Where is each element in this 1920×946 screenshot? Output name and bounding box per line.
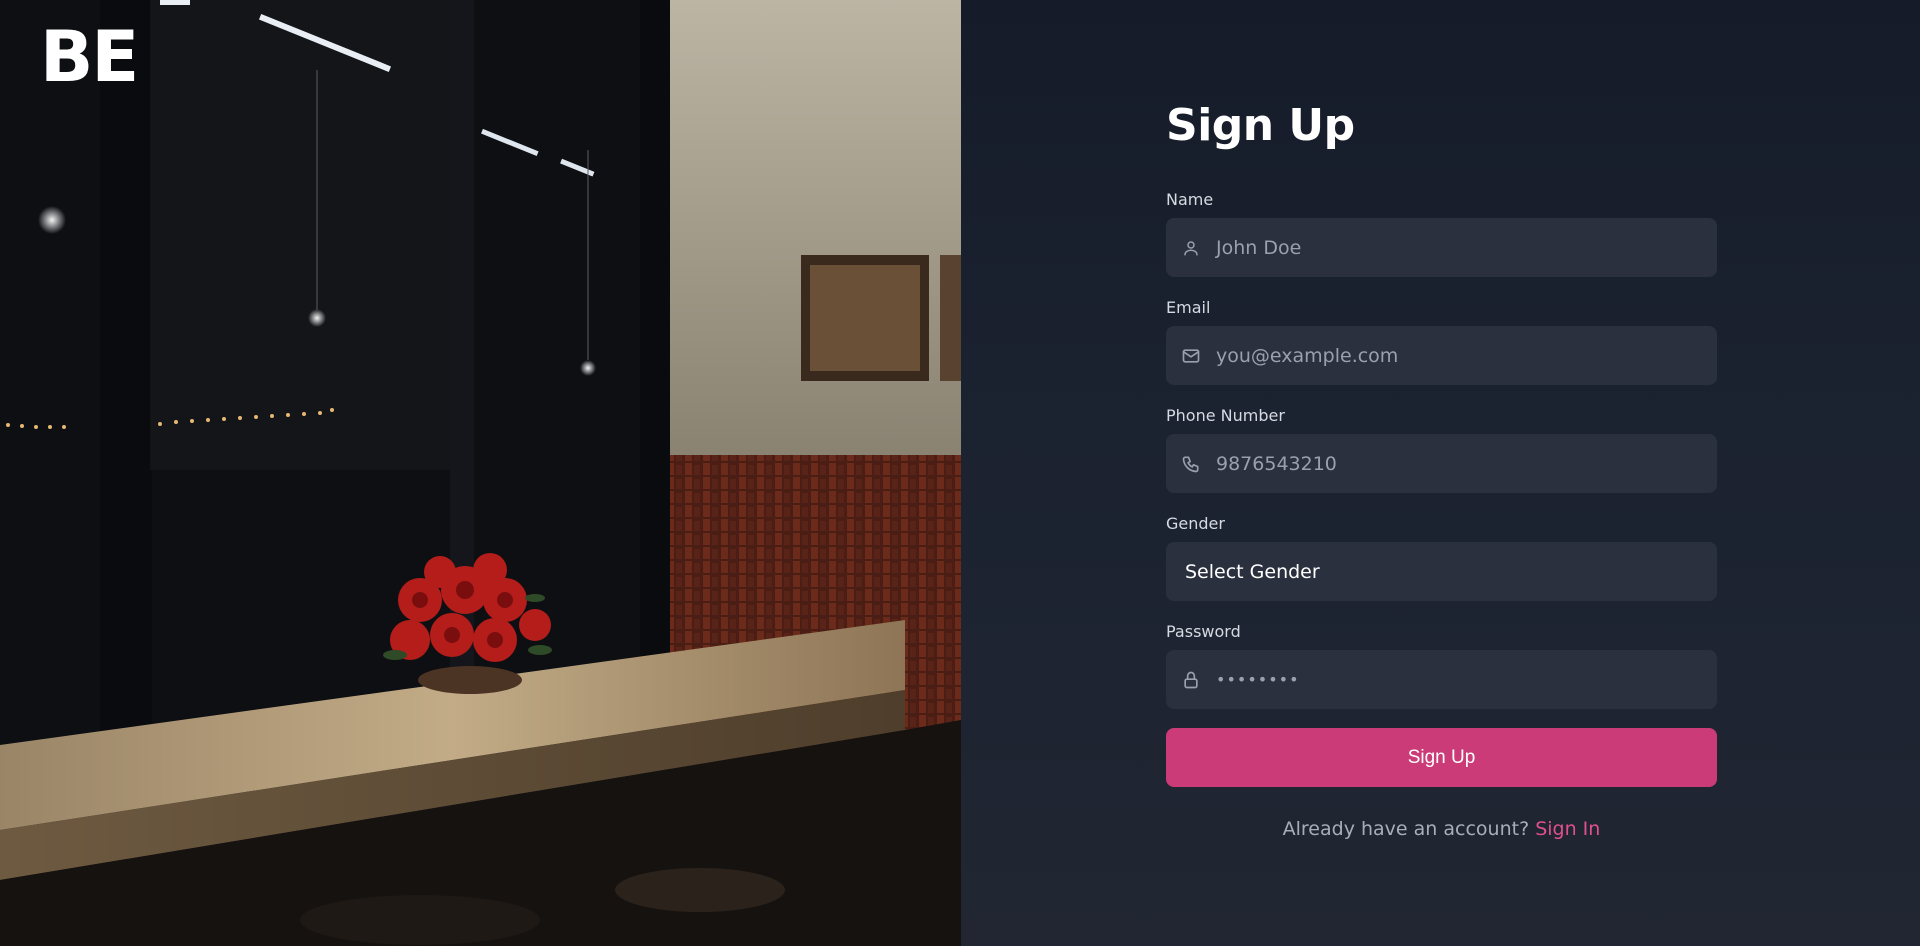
phone-field-group: Phone Number 9876543210 xyxy=(1166,406,1717,493)
sign-in-link[interactable]: Sign In xyxy=(1535,818,1600,840)
password-label: Password xyxy=(1166,622,1241,641)
user-icon xyxy=(1180,237,1202,259)
gender-field-group: Gender Select Gender xyxy=(1166,514,1717,601)
name-input[interactable]: John Doe xyxy=(1166,218,1717,277)
name-label: Name xyxy=(1166,190,1214,209)
signup-page: BE Sign Up Name John Doe Email you@examp… xyxy=(0,0,1920,946)
email-field-group: Email you@example.com xyxy=(1166,298,1717,385)
lock-icon xyxy=(1180,669,1202,691)
phone-icon xyxy=(1180,453,1202,475)
gender-selected-value: Select Gender xyxy=(1185,560,1320,583)
password-placeholder: •••••••• xyxy=(1216,670,1300,689)
gender-label: Gender xyxy=(1166,514,1225,533)
signup-panel: Sign Up Name John Doe Email you@example.… xyxy=(961,0,1920,946)
name-field-group: Name John Doe xyxy=(1166,190,1717,277)
password-input[interactable]: •••••••• xyxy=(1166,650,1717,709)
sign-in-prompt: Already have an account? Sign In xyxy=(1166,818,1717,840)
page-title: Sign Up xyxy=(1166,100,1355,151)
password-field-group: Password •••••••• xyxy=(1166,622,1717,709)
cafe-photo xyxy=(0,0,961,946)
name-placeholder: John Doe xyxy=(1216,236,1302,259)
phone-label: Phone Number xyxy=(1166,406,1285,425)
mail-icon xyxy=(1180,345,1202,367)
email-input[interactable]: you@example.com xyxy=(1166,326,1717,385)
phone-placeholder: 9876543210 xyxy=(1216,452,1337,475)
phone-input[interactable]: 9876543210 xyxy=(1166,434,1717,493)
signup-form: Sign Up Name John Doe Email you@example.… xyxy=(1166,96,1717,840)
sign-up-button[interactable]: Sign Up xyxy=(1166,728,1717,787)
email-placeholder: you@example.com xyxy=(1216,344,1399,367)
hero-image: BE xyxy=(0,0,961,946)
gender-select[interactable]: Select Gender xyxy=(1166,542,1717,601)
email-label: Email xyxy=(1166,298,1211,317)
brand-logo[interactable]: BE xyxy=(40,22,139,92)
sign-in-prompt-text: Already have an account? xyxy=(1282,818,1530,840)
